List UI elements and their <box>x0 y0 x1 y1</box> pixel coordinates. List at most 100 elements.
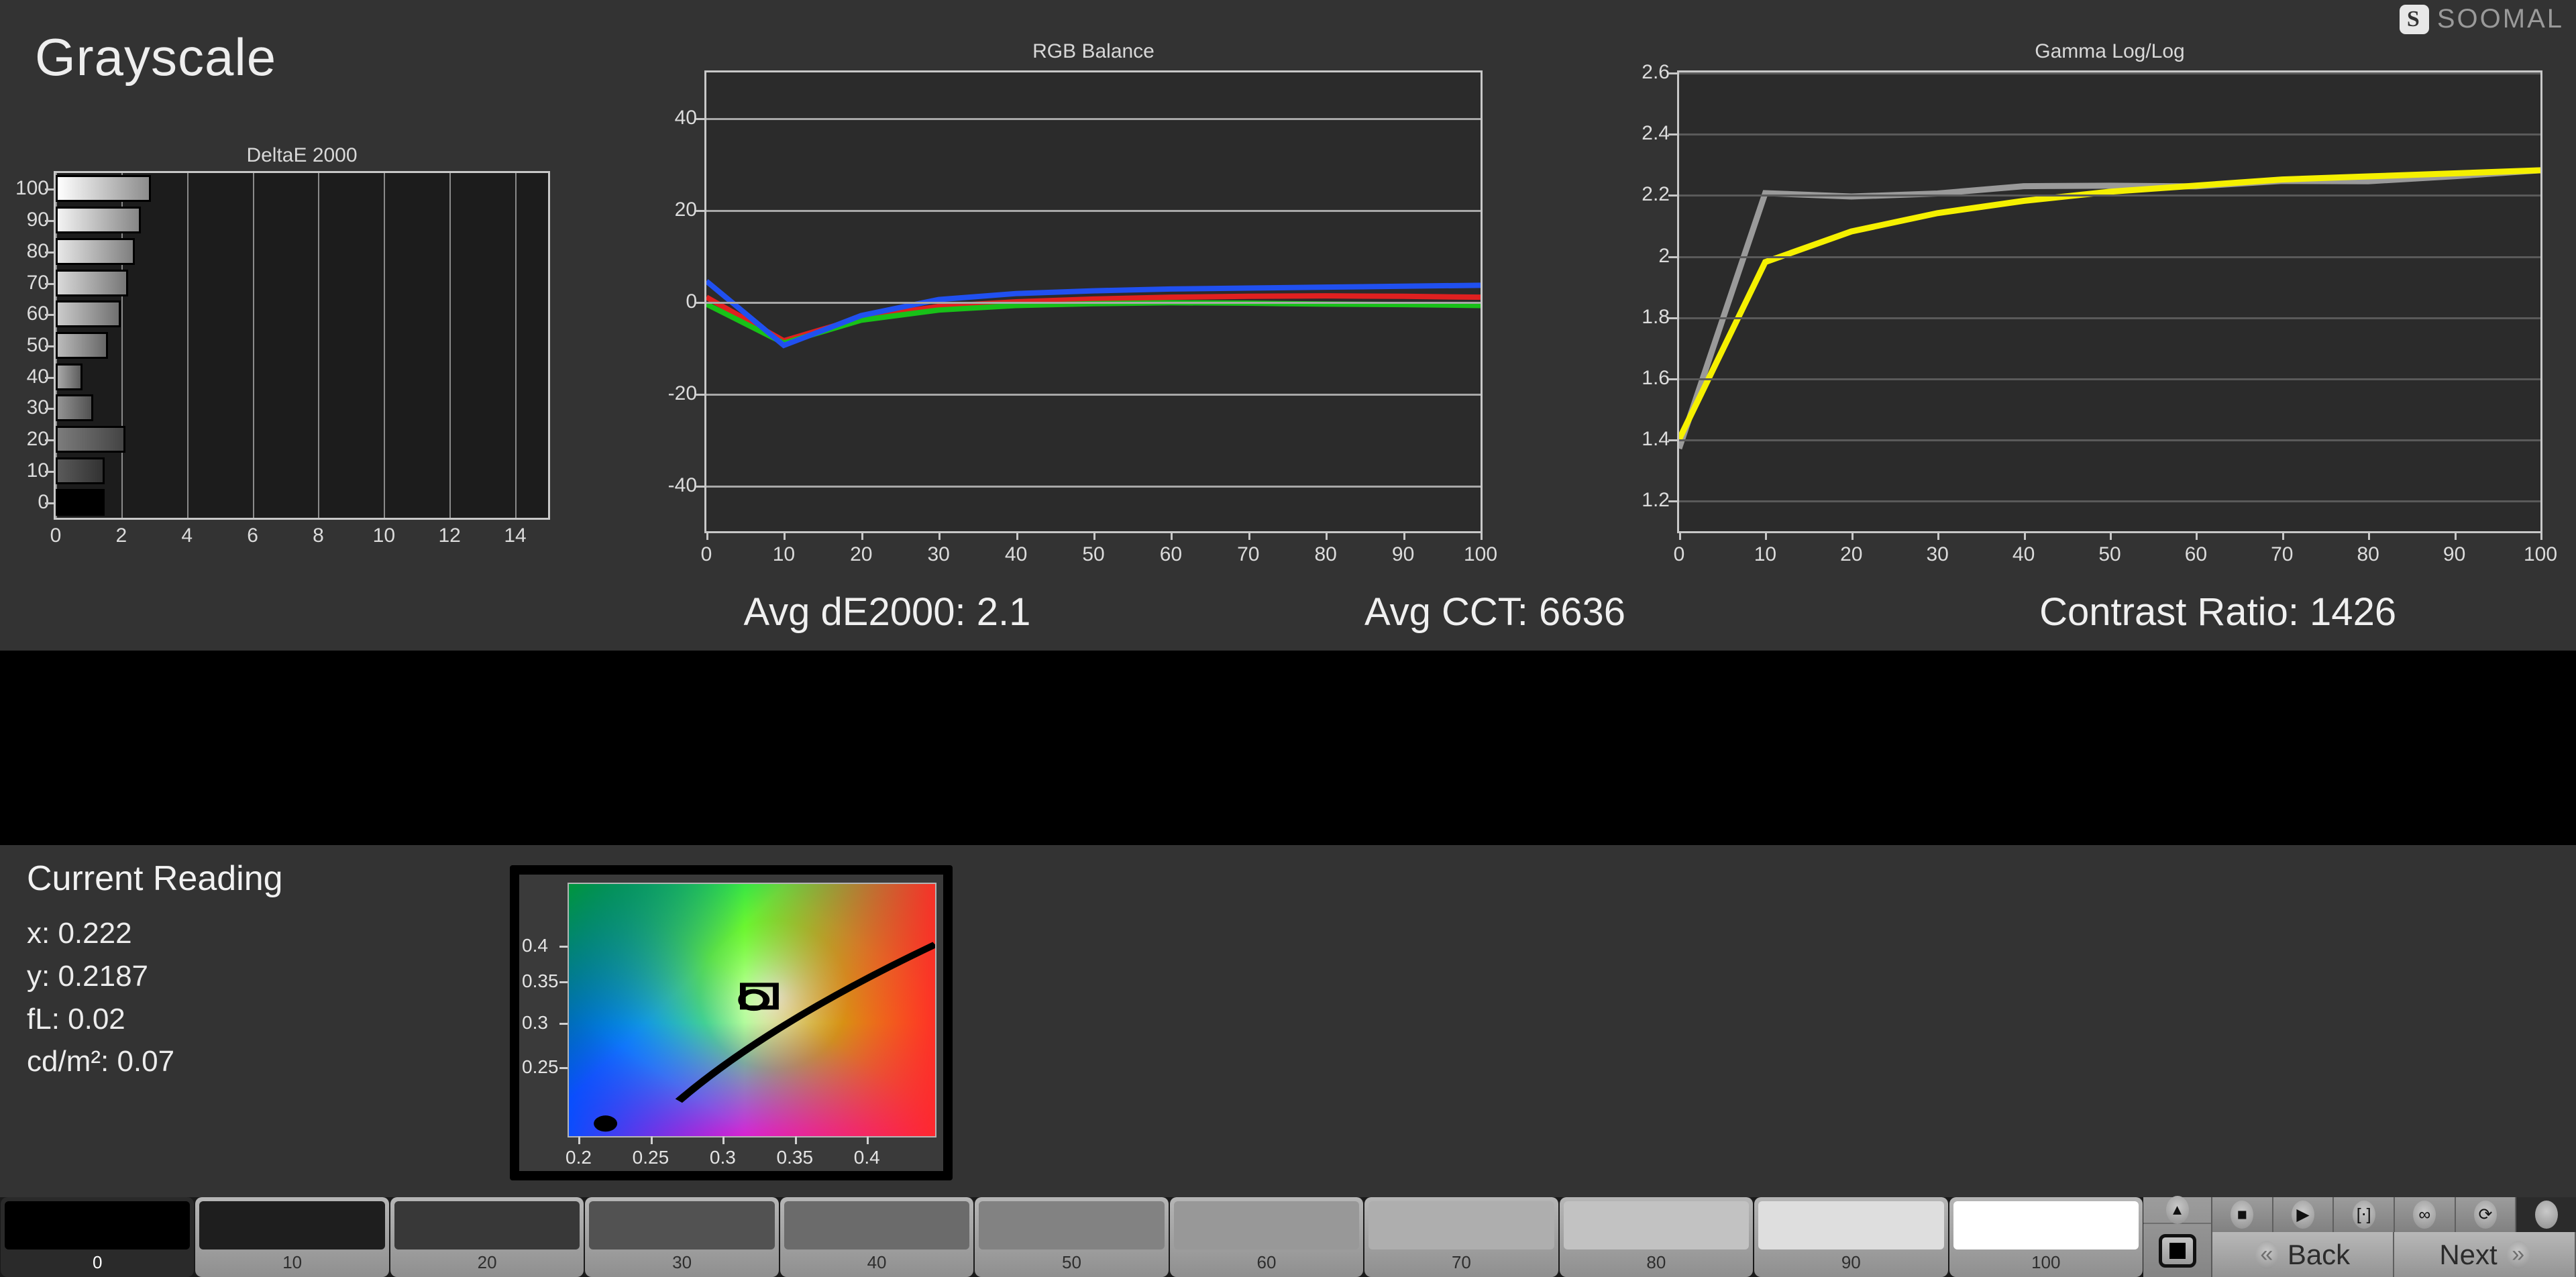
gamma-xtick-label: 90 <box>2443 543 2466 565</box>
play-icon-button[interactable]: ▶ <box>2273 1197 2334 1232</box>
bottom-patch-20[interactable]: 20 <box>390 1197 584 1277</box>
gamma-ytick <box>1668 500 1679 503</box>
deltae-xtick-label: 6 <box>247 524 258 547</box>
gamma-gridline <box>1679 378 2540 380</box>
rgb-series-blue <box>706 279 1481 349</box>
bottom-patch-40[interactable]: 40 <box>780 1197 974 1277</box>
deltae-xtick-label: 2 <box>115 524 127 547</box>
deltae-ytick <box>45 282 54 285</box>
gamma-gridline <box>1679 317 2540 319</box>
chevron-up-icon: ▲ <box>2165 1196 2189 1224</box>
deltae-plot-area: 0 2 4 6 8 10 12 14 100 90 80 70 60 50 40 30 20 10 0 <box>15 171 550 547</box>
bottom-patch-90[interactable]: 90 <box>1754 1197 1948 1277</box>
gamma-xtick <box>2196 531 2198 540</box>
bottom-patch-70[interactable]: 70 <box>1364 1197 1558 1277</box>
gamma-xtick-label: 0 <box>1673 543 1685 565</box>
collapse-up-button[interactable]: ▲ <box>2143 1196 2211 1224</box>
next-button[interactable]: Next » <box>2394 1232 2576 1277</box>
rgb-ytick <box>696 118 706 121</box>
big-stop-button[interactable] <box>2143 1224 2211 1277</box>
deltae-ytick <box>45 188 54 191</box>
rgb-xtick-label: 90 <box>1391 543 1415 565</box>
chevron-right-double-icon: » <box>2506 1240 2530 1269</box>
gamma-chart-title: Gamma Log/Log <box>2035 40 2185 62</box>
bottom-patch-10[interactable]: 10 <box>195 1197 389 1277</box>
deltae-ytick <box>45 502 54 504</box>
blank-icon-button[interactable] <box>2516 1197 2576 1232</box>
play-icon: ▶ <box>2292 1201 2314 1229</box>
rgb-ytick <box>696 393 706 396</box>
rgb-xtick <box>1326 531 1328 540</box>
bottom-patch-swatch <box>784 1201 970 1250</box>
soomal-logo-badge: S <box>2399 4 2429 34</box>
rgb-series-green <box>706 300 1481 346</box>
deltae-bar-row <box>56 300 548 328</box>
back-button-label: Back <box>2287 1238 2351 1270</box>
rgb-xtick-label: 50 <box>1082 543 1105 565</box>
gamma-xtick-label: 20 <box>1840 543 1863 565</box>
deltae-bar-row <box>56 237 548 265</box>
stop-icon: ■ <box>2231 1201 2254 1229</box>
bottom-patch-80[interactable]: 80 <box>1559 1197 1754 1277</box>
bottom-patch-swatch <box>394 1201 580 1250</box>
bottom-patch-swatch <box>1758 1201 1944 1250</box>
stop-icon-button[interactable]: ■ <box>2212 1197 2273 1232</box>
rgb-ytick-label: -40 <box>667 474 697 496</box>
cie-xtick-label-1: 0.25 <box>632 1147 669 1168</box>
bracket-icon-button[interactable]: [⋅] <box>2334 1197 2396 1232</box>
deltae-bar <box>56 394 93 422</box>
infinity-icon: ∞ <box>2413 1201 2436 1229</box>
gamma-series-target <box>1679 167 2540 441</box>
deltae-chart-panel: DeltaE 2000 0 2 4 6 8 10 12 14 100 90 80 70 60 50 40 30… <box>0 144 590 573</box>
page-title: Grayscale <box>35 27 277 87</box>
gamma-ytick <box>1668 256 1679 258</box>
bottom-patch-0[interactable]: 0 <box>1 1197 195 1277</box>
transport-controls: ▲ ■ ▶ [⋅] ∞ ⟳ « Back Next » <box>2143 1196 2576 1277</box>
gamma-xtick-label: 70 <box>2271 543 2294 565</box>
bottom-patch-60[interactable]: 60 <box>1169 1197 1364 1277</box>
rgb-xtick <box>861 531 863 540</box>
deltae-bar-row <box>56 394 548 422</box>
rgb-gridline <box>706 393 1481 396</box>
deltae-bar-row <box>56 363 548 390</box>
bottom-patch-30[interactable]: 30 <box>585 1197 779 1277</box>
gamma-series-svg <box>1679 167 2540 450</box>
back-button[interactable]: « Back <box>2212 1232 2394 1277</box>
current-reading-y: y: 0.2187 <box>27 959 149 993</box>
rgb-plot-area: -40 -20 0 20 40 0 10 20 30 40 50 60 70 80 90 100 <box>668 70 1497 565</box>
deltae-bar-row <box>56 426 548 453</box>
bottom-patch-50[interactable]: 50 <box>975 1197 1169 1277</box>
gamma-gridline <box>1679 439 2540 442</box>
refresh-icon-button[interactable]: ⟳ <box>2455 1197 2517 1232</box>
cie-ytick-2 <box>559 1023 568 1025</box>
lower-panel: Current Reading x: 0.222 y: 0.2187 fL: 0… <box>0 845 2576 1197</box>
rgb-xtick <box>1481 531 1483 540</box>
infinity-icon-button[interactable]: ∞ <box>2395 1197 2456 1232</box>
bottom-patch-swatch <box>589 1201 775 1250</box>
current-point-dot <box>594 1115 618 1132</box>
bottom-patch-100[interactable]: 100 <box>1949 1197 2143 1277</box>
soomal-logo-text: SOOMAL <box>2436 4 2564 34</box>
cie-chromaticity-diagram[interactable]: 0.4 0.35 0.3 0.25 0.2 0.25 0.3 0.35 0.4 <box>510 865 953 1180</box>
rgb-gridline <box>706 118 1481 121</box>
cie-xtick-label-4: 0.4 <box>853 1147 880 1168</box>
deltae-chart-title: DeltaE 2000 <box>246 144 358 166</box>
cie-ytick-0 <box>559 946 568 948</box>
deltae-ytick <box>45 439 54 442</box>
gamma-ytick-label: 1.4 <box>1642 428 1670 451</box>
rgb-xtick-label: 10 <box>772 543 796 565</box>
gamma-xtick-label: 40 <box>2012 543 2035 565</box>
gamma-gridline <box>1679 133 2540 136</box>
gamma-xtick <box>2282 531 2284 540</box>
rgb-xtick-label: 100 <box>1463 543 1498 565</box>
rgb-xtick-label: 30 <box>927 543 950 565</box>
gamma-gridline <box>1679 195 2540 197</box>
gamma-xtick <box>2540 531 2542 540</box>
gamma-ytick <box>1668 133 1679 136</box>
stop-column: ▲ <box>2143 1196 2212 1277</box>
cie-ytick-label-3: 0.25 <box>522 1056 559 1078</box>
current-reading-title: Current Reading <box>27 859 283 898</box>
cie-inner: 0.4 0.35 0.3 0.25 0.2 0.25 0.3 0.35 0.4 <box>519 875 943 1171</box>
cie-ytick-1 <box>559 981 568 984</box>
bottom-patch-label: 40 <box>867 1252 887 1272</box>
